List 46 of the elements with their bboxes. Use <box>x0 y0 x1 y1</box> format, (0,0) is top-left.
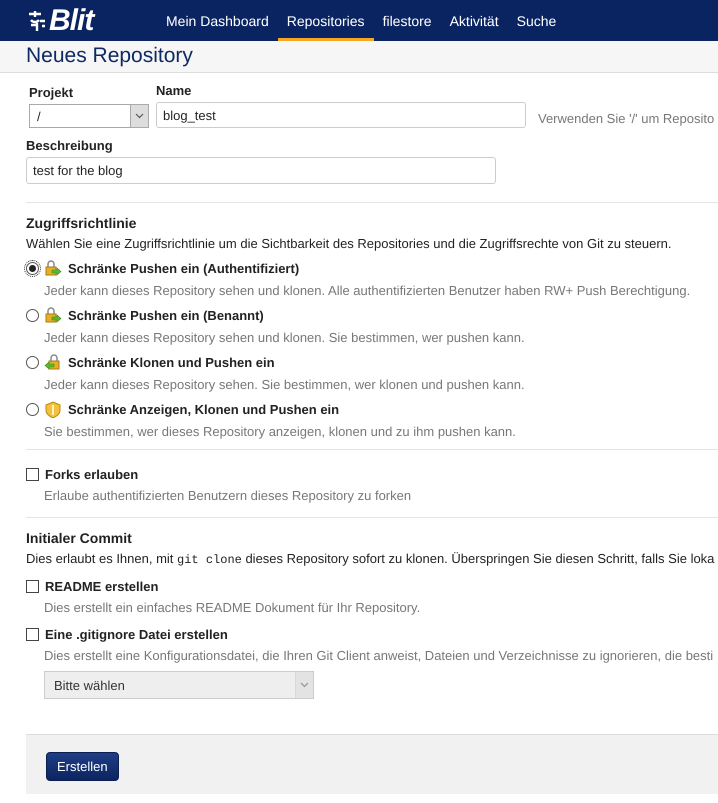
shield-icon <box>44 401 62 418</box>
lock-arrow-icon <box>44 260 62 277</box>
checkbox-label: README erstellen <box>45 579 158 594</box>
radio-button[interactable] <box>26 262 39 275</box>
radio-button[interactable] <box>26 356 39 369</box>
option-description: Jeder kann dieses Repository sehen. Sie bestimmen, wer klonen und pushen kann. <box>44 377 526 392</box>
section-text: Dies erlaubt es Ihnen, mit git clone dieses Repository sofort zu klonen. Überspringen Sie diesen Schritt, falls Sie loka <box>26 551 716 567</box>
nav-link[interactable]: Suche <box>508 0 566 41</box>
nav-link[interactable]: Mein Dashboard <box>157 0 278 41</box>
create-button[interactable]: Erstellen <box>46 752 119 781</box>
lock-arrow-icon <box>44 354 62 371</box>
radio-button[interactable] <box>26 403 39 416</box>
caret-icon <box>300 682 309 688</box>
section-text: Wählen Sie eine Zugriffsrichtlinie um die Sichtbarkeit des Repositories und die Zugriffsrechte von Git zu steuern. <box>26 236 673 251</box>
option-label: Schränke Pushen ein (Benannt) <box>68 308 264 323</box>
section-title: Zugriffsrichtlinie <box>26 215 138 231</box>
hint-text: Verwenden Sie '/' um Reposito <box>538 111 714 126</box>
nav-link[interactable]: Aktivität <box>440 0 508 41</box>
option-description: Sie bestimmen, wer dieses Repository anzeigen, klonen und zu ihm pushen kann. <box>44 424 517 439</box>
page-title: Neues Repository <box>26 44 194 68</box>
checkbox-label: Eine .gitignore Datei erstellen <box>45 627 228 642</box>
option-description: Jeder kann dieses Repository sehen und klonen. Sie bestimmen, wer pushen kann. <box>44 330 526 345</box>
option-description: Erlaube authentifizierten Benutzern dieses Repository zu forken <box>44 488 412 503</box>
name-field[interactable]: blog_test <box>156 102 526 128</box>
checkbox[interactable] <box>26 628 39 641</box>
logo-icon <box>27 8 47 32</box>
option-description: Jeder kann dieses Repository sehen und klonen. Alle authentifizierten Benutzer haben RW+ Push Berechtigung. <box>44 283 692 298</box>
option-label: Schränke Pushen ein (Authentifiziert) <box>68 261 300 276</box>
checkbox-label: Forks erlauben <box>45 467 138 482</box>
radio-button[interactable] <box>26 309 39 322</box>
option-description: Dies erstellt eine Konfigurationsdatei, die Ihren Git Client anweist, Dateien und Verzeichnisse zu ignorieren, die besti <box>44 648 714 663</box>
option-label: Schränke Anzeigen, Klonen und Pushen ein <box>68 402 340 417</box>
option-label: Schränke Klonen und Pushen ein <box>68 355 275 370</box>
checkbox[interactable] <box>26 580 39 593</box>
caret-icon <box>135 113 144 119</box>
checkbox[interactable] <box>26 468 39 481</box>
section-title: Initialer Commit <box>26 530 133 546</box>
field-label: Name <box>156 83 192 98</box>
description-field[interactable]: test for the blog <box>26 157 496 184</box>
project-select[interactable]: / <box>29 104 149 128</box>
nav-link[interactable]: filestore <box>374 0 441 41</box>
logo-text: Blit <box>49 4 94 38</box>
lock-arrow-icon <box>44 307 62 324</box>
field-label: Projekt <box>29 85 74 100</box>
field-label: Beschreibung <box>26 138 114 153</box>
option-description: Dies erstellt ein einfaches README Dokument für Ihr Repository. <box>44 600 422 615</box>
